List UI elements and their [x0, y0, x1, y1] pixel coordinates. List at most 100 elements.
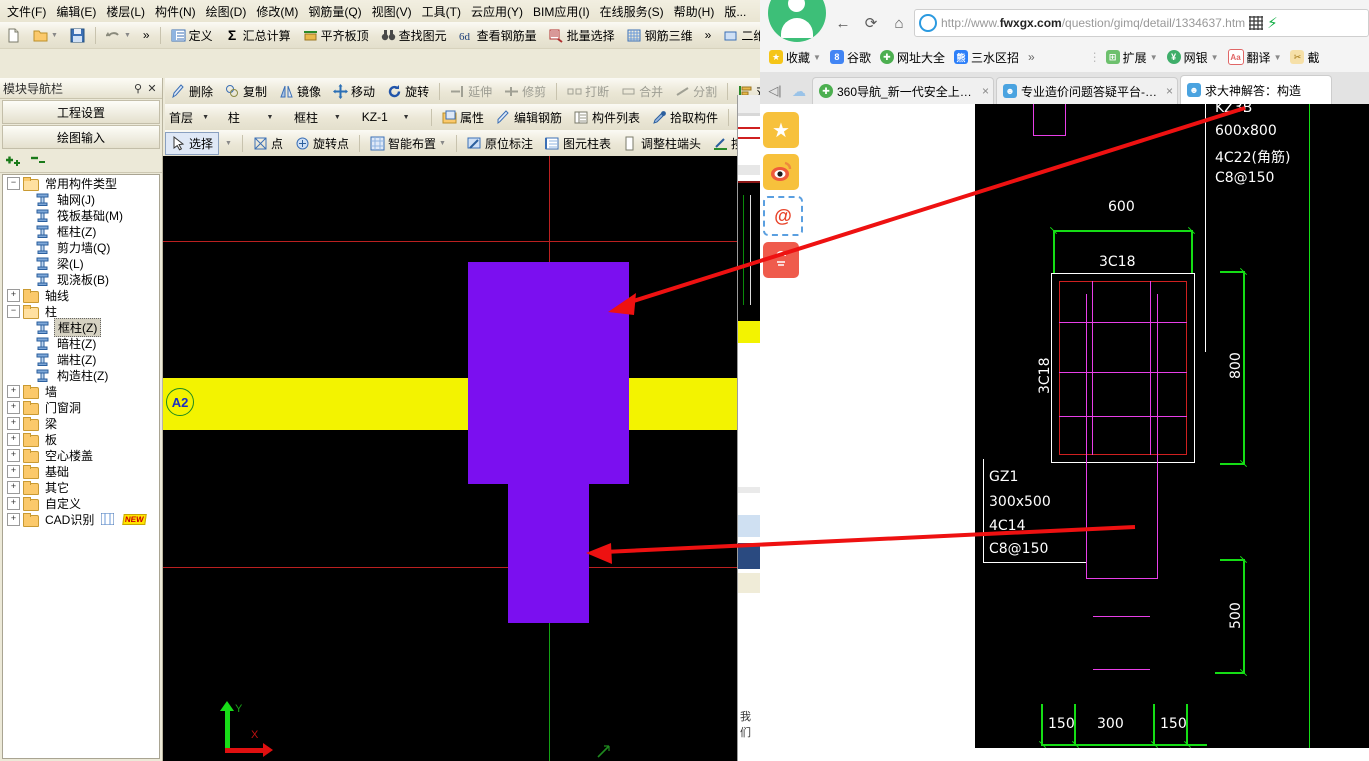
expand-node-icon[interactable]: +	[7, 433, 20, 446]
menu-item-help[interactable]: 帮助(H)	[669, 0, 720, 23]
draw-input-button[interactable]: 绘图输入	[2, 125, 160, 149]
menu-item-tools[interactable]: 工具(T)	[417, 0, 466, 23]
expand-node-icon[interactable]: +	[7, 417, 20, 430]
email-at-icon[interactable]: @	[763, 196, 803, 236]
bookmark-overflow[interactable]: »	[1025, 48, 1038, 66]
rotate-button[interactable]: 旋转	[381, 80, 435, 103]
merge-button[interactable]: 合并	[615, 80, 669, 103]
taobao-bag-icon[interactable]	[763, 242, 799, 278]
tree-node-15[interactable]: +梁	[3, 415, 159, 431]
tree-node-19[interactable]: +其它	[3, 479, 159, 495]
tab-cost-qa-platform[interactable]: ☻ 专业造价问题答疑平台-广联 ×	[996, 77, 1178, 104]
expand-node-icon[interactable]: +	[7, 289, 20, 302]
new-file-button[interactable]	[0, 25, 27, 46]
screenshot-button[interactable]: ✂ 截	[1287, 47, 1322, 68]
cad-drawing-canvas[interactable]: A2 Y X	[163, 156, 737, 761]
point-tool-button[interactable]: 点	[247, 132, 289, 155]
define-button[interactable]: 定义	[165, 24, 219, 47]
tab-close-icon[interactable]: ×	[1166, 84, 1173, 98]
menu-item-modify[interactable]: 修改(M)	[251, 0, 303, 23]
tab-360-navigation[interactable]: ✚ 360导航_新一代安全上网导航 ×	[812, 77, 994, 104]
tab-prev-icon[interactable]: ◁|	[764, 78, 786, 104]
expand-node-icon[interactable]: +	[7, 401, 20, 414]
expand-node-icon[interactable]: +	[7, 449, 20, 462]
trim-button[interactable]: 修剪	[498, 80, 552, 103]
project-settings-button[interactable]: 工程设置	[2, 100, 160, 124]
summary-calc-button[interactable]: Σ 汇总计算	[219, 24, 297, 47]
open-file-button[interactable]: ▼	[27, 25, 64, 46]
view-rebar-qty-button[interactable]: 6d 查看钢筋量	[453, 24, 543, 47]
tree-node-17[interactable]: +空心楼盖	[3, 447, 159, 463]
address-bar[interactable]: http://www.fwxgx.com/question/gimq/detai…	[914, 9, 1369, 37]
menu-item-version[interactable]: 版...	[719, 0, 751, 23]
collapse-all-icon[interactable]	[30, 153, 47, 170]
align-slab-top-button[interactable]: 平齐板顶	[297, 24, 375, 47]
toolbar-overflow-1[interactable]: »	[137, 25, 156, 45]
tree-node-21[interactable]: +CAD识别NEW	[3, 511, 159, 527]
collapse-node-icon[interactable]: −	[7, 177, 20, 190]
tree-node-20[interactable]: +自定义	[3, 495, 159, 511]
rebar-3d-button[interactable]: 钢筋三维	[621, 24, 699, 47]
tab-close-icon[interactable]: ×	[982, 84, 989, 98]
qr-code-icon[interactable]	[1249, 16, 1263, 30]
find-element-button[interactable]: 查找图元	[375, 24, 453, 47]
in-place-annotation-button[interactable]: 原位标注	[461, 132, 539, 155]
rotate-point-tool-button[interactable]: 旋转点	[289, 132, 355, 155]
select-tool-dropdown[interactable]: ▼	[219, 137, 238, 150]
close-icon[interactable]: ✕	[145, 82, 159, 95]
expand-node-icon[interactable]: +	[7, 513, 20, 526]
menu-item-view[interactable]: 视图(V)	[367, 0, 417, 23]
type-selector[interactable]: 框柱▼	[290, 108, 354, 126]
tree-node-12[interactable]: 构造柱(Z)	[3, 367, 159, 383]
tree-node-10[interactable]: 暗柱(Z)	[3, 335, 159, 351]
menu-item-floor[interactable]: 楼层(L)	[101, 0, 150, 23]
tree-node-11[interactable]: 端柱(Z)	[3, 351, 159, 367]
delete-button[interactable]: 删除	[165, 80, 219, 103]
menu-item-member[interactable]: 构件(N)	[150, 0, 201, 23]
back-arrow-icon[interactable]: ←	[830, 11, 856, 35]
view-mode-selector[interactable]: 二维 ▼	[717, 24, 760, 47]
tree-node-9[interactable]: 框柱(Z)	[3, 319, 159, 335]
toolbar-overflow-2[interactable]: »	[699, 25, 718, 45]
menu-item-file[interactable]: 文件(F)	[2, 0, 51, 23]
batch-select-button[interactable]: 批量选择	[543, 24, 621, 47]
member-list-button[interactable]: 构件列表	[568, 106, 646, 129]
user-avatar-icon[interactable]	[768, 0, 826, 42]
mirror-button[interactable]: 镜像	[273, 80, 327, 103]
tab-question-detail[interactable]: ☻ 求大神解答：构造	[1180, 75, 1332, 104]
tree-node-1[interactable]: 轴网(J)	[3, 191, 159, 207]
bookmark-hao360[interactable]: ✚ 网址大全	[877, 47, 948, 68]
collapse-node-icon[interactable]: −	[7, 305, 20, 318]
lightning-icon[interactable]: ⚡	[1267, 14, 1278, 32]
select-tool-button[interactable]: 选择	[165, 132, 219, 155]
expand-all-icon[interactable]	[5, 153, 22, 170]
expand-node-icon[interactable]: +	[7, 497, 20, 510]
bookmark-google[interactable]: 8 谷歌	[827, 47, 874, 68]
tree-node-6[interactable]: 现浇板(B)	[3, 271, 159, 287]
online-banking-button[interactable]: ¥ 网银 ▼	[1164, 47, 1222, 68]
component-tree[interactable]: −常用构件类型轴网(J)筏板基础(M)框柱(Z)剪力墙(Q)梁(L)现浇板(B)…	[2, 174, 160, 759]
properties-button[interactable]: 属性	[436, 106, 490, 129]
weibo-icon[interactable]	[763, 154, 799, 190]
column-element-lower[interactable]	[508, 426, 589, 623]
translate-button[interactable]: Aa 翻译 ▼	[1225, 47, 1285, 68]
menu-item-rebar-qty[interactable]: 钢筋量(Q)	[303, 0, 366, 23]
split-button[interactable]: 分割	[669, 80, 723, 103]
cloud-icon[interactable]: ☁	[786, 78, 812, 104]
tree-node-16[interactable]: +板	[3, 431, 159, 447]
extend-button[interactable]: 延伸	[444, 80, 498, 103]
expand-node-icon[interactable]: +	[7, 385, 20, 398]
tree-node-7[interactable]: +轴线	[3, 287, 159, 303]
expand-node-icon[interactable]: +	[7, 465, 20, 478]
tree-node-13[interactable]: +墙	[3, 383, 159, 399]
favorite-star-icon[interactable]: ★	[763, 112, 799, 148]
copy-button[interactable]: 复制	[219, 80, 273, 103]
menu-item-edit[interactable]: 编辑(E)	[51, 0, 101, 23]
tree-node-0[interactable]: −常用构件类型	[3, 175, 159, 191]
tree-node-14[interactable]: +门窗洞	[3, 399, 159, 415]
expand-node-icon[interactable]: +	[7, 481, 20, 494]
menu-item-bim[interactable]: BIM应用(I)	[528, 0, 595, 23]
bookmark-sanshui[interactable]: 熊 三水区招	[951, 47, 1022, 68]
tree-node-4[interactable]: 剪力墙(Q)	[3, 239, 159, 255]
adjust-column-end-button[interactable]: 调整柱端头	[617, 132, 707, 155]
